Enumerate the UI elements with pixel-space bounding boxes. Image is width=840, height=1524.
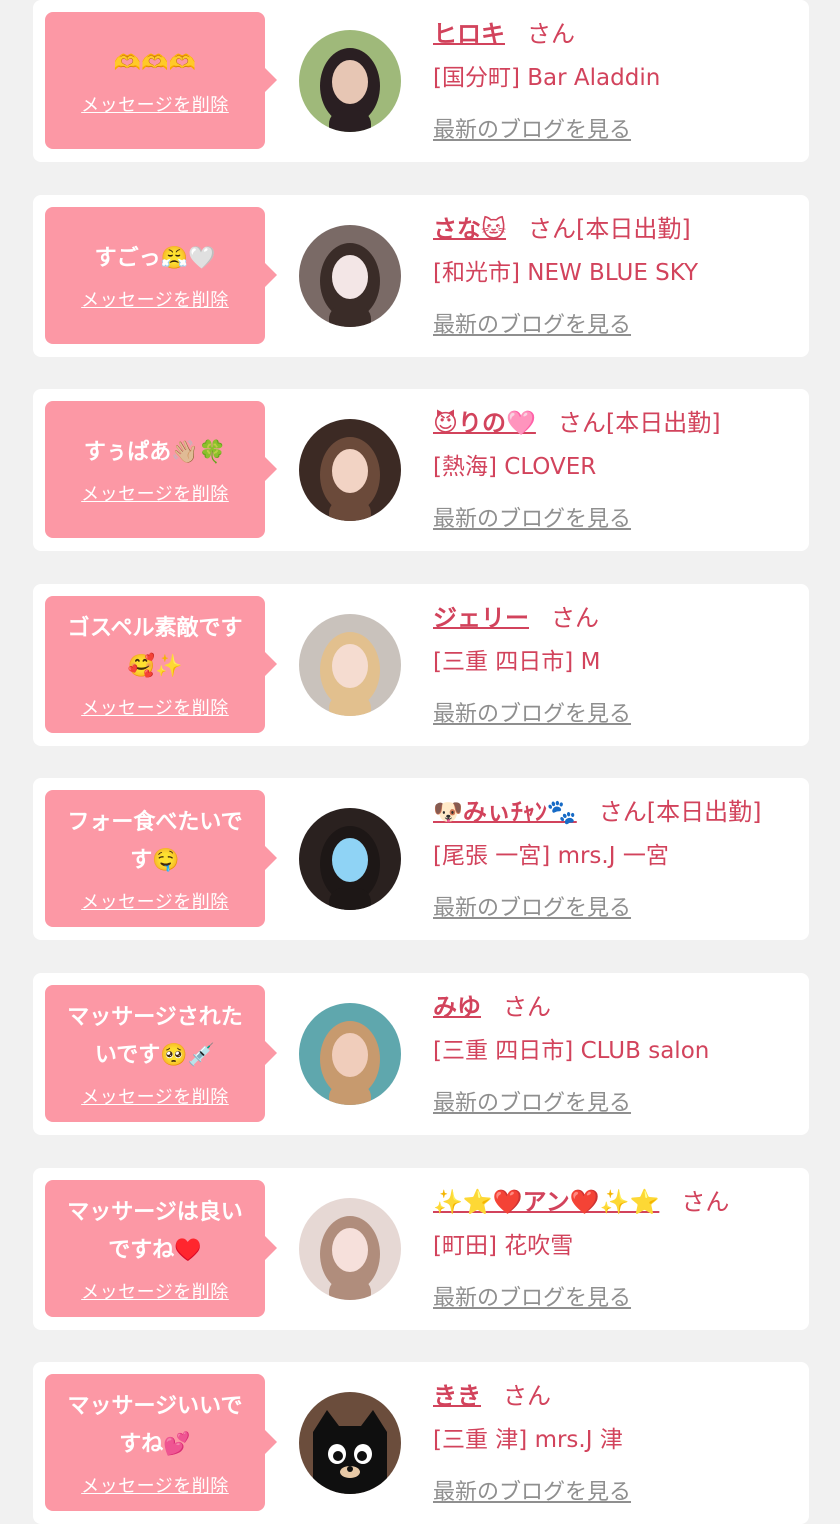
message-card: すぅぱあ👋🏼🍀 メッセージを削除 😈りの🩷 さん[本日出勤] [熱海] CLOVE…: [33, 389, 809, 551]
delete-message-link[interactable]: メッセージを削除: [81, 1083, 229, 1109]
sender-name-link[interactable]: 🐶みぃﾁｬﾝ🐾: [433, 798, 577, 826]
message-card: マッサージされたいです🥺💉 メッセージを削除 みゆ さん [三重 四日市] CLU…: [33, 973, 809, 1135]
sender-line: きき さん: [433, 1376, 799, 1416]
latest-blog-link[interactable]: 最新のブログを見る: [433, 890, 631, 922]
message-list: 🫶🫶🫶 メッセージを削除 ヒロキ さん [国分町] Bar Aladdin 最新の…: [0, 0, 840, 1524]
latest-blog-link[interactable]: 最新のブログを見る: [433, 1280, 631, 1312]
message-bubble: フォー食べたいです🤤 メッセージを削除: [45, 790, 277, 927]
message-card: ゴスペル素敵です🥰✨ メッセージを削除 ジェリー さん [三重 四日市] M 最新…: [33, 584, 809, 746]
shop-name: [和光市] NEW BLUE SKY: [433, 260, 699, 286]
message-card: すごっ😤🤍 メッセージを削除 さな🐱 さん[本日出勤] [和光市] NEW BLU…: [33, 195, 809, 357]
sender-suffix: さん[本日出勤]: [557, 409, 721, 437]
message-text: すごっ😤🤍: [94, 245, 216, 271]
delete-message-link[interactable]: メッセージを削除: [81, 1278, 229, 1304]
avatar[interactable]: [299, 614, 401, 716]
message-text: マッサージいいですね💕: [67, 1393, 243, 1457]
message-text: マッサージされたいです🥺💉: [67, 1004, 243, 1068]
latest-blog-link[interactable]: 最新のブログを見る: [433, 112, 631, 144]
latest-blog-link[interactable]: 最新のブログを見る: [433, 307, 631, 339]
latest-blog-link[interactable]: 最新のブログを見る: [433, 501, 631, 533]
woman-portrait-icon: [299, 225, 401, 327]
avatar[interactable]: [299, 30, 401, 132]
sender-info: みゆ さん [三重 四日市] CLUB salon 最新のブログを見る: [433, 987, 799, 1117]
shop-name: [尾張 一宮] mrs.J 一宮: [433, 843, 669, 869]
latest-blog-link[interactable]: 最新のブログを見る: [433, 696, 631, 728]
message-bubble: マッサージいいですね💕 メッセージを削除: [45, 1374, 277, 1511]
shop-name: [三重 津] mrs.J 津: [433, 1427, 623, 1453]
sender-info: ジェリー さん [三重 四日市] M 最新のブログを見る: [433, 598, 799, 728]
sender-suffix: さん: [551, 604, 599, 632]
woman-portrait-icon: [299, 30, 401, 132]
sender-line: みゆ さん: [433, 987, 799, 1027]
sender-name-link[interactable]: 😈りの🩷: [433, 409, 536, 437]
sender-line: 🐶みぃﾁｬﾝ🐾 さん[本日出勤]: [433, 792, 799, 832]
sender-info: きき さん [三重 津] mrs.J 津 最新のブログを見る: [433, 1376, 799, 1506]
woman-portrait-icon: [299, 808, 401, 910]
avatar[interactable]: [299, 1392, 401, 1494]
message-bubble: マッサージされたいです🥺💉 メッセージを削除: [45, 985, 277, 1122]
sender-suffix: さん: [503, 993, 551, 1021]
message-text: すぅぱあ👋🏼🍀: [83, 439, 227, 465]
sender-name-link[interactable]: ジェリー: [433, 604, 529, 632]
sender-name-link[interactable]: ✨⭐❤️アン❤️✨⭐: [433, 1188, 659, 1216]
latest-blog-link[interactable]: 最新のブログを見る: [433, 1085, 631, 1117]
sender-line: さな🐱 さん[本日出勤]: [433, 209, 799, 249]
delete-message-link[interactable]: メッセージを削除: [81, 888, 229, 914]
black-cat-icon: [299, 1392, 401, 1494]
avatar[interactable]: [299, 1198, 401, 1300]
sender-name-link[interactable]: きき: [433, 1382, 481, 1410]
sender-suffix: さん: [503, 1382, 551, 1410]
message-card: マッサージは良いですね♥️ メッセージを削除 ✨⭐❤️アン❤️✨⭐ さん [町田]…: [33, 1168, 809, 1330]
avatar[interactable]: [299, 419, 401, 521]
sender-info: 😈りの🩷 さん[本日出勤] [熱海] CLOVER 最新のブログを見る: [433, 403, 799, 533]
delete-message-link[interactable]: メッセージを削除: [81, 694, 229, 720]
shop-name: [三重 四日市] CLUB salon: [433, 1038, 710, 1064]
shop-name: [三重 四日市] M: [433, 649, 601, 675]
sender-line: ✨⭐❤️アン❤️✨⭐ さん: [433, 1182, 799, 1222]
delete-message-link[interactable]: メッセージを削除: [81, 1472, 229, 1498]
shop-name: [国分町] Bar Aladdin: [433, 65, 661, 91]
delete-message-link[interactable]: メッセージを削除: [81, 286, 229, 312]
message-bubble: すぅぱあ👋🏼🍀 メッセージを削除: [45, 401, 277, 538]
delete-message-link[interactable]: メッセージを削除: [81, 480, 229, 506]
message-text: ゴスペル素敵です🥰✨: [67, 615, 243, 679]
sender-suffix: さん: [681, 1188, 730, 1216]
sender-line: ジェリー さん: [433, 598, 799, 638]
shop-name: [町田] 花吹雪: [433, 1233, 574, 1259]
message-bubble: 🫶🫶🫶 メッセージを削除: [45, 12, 277, 149]
woman-portrait-icon: [299, 614, 401, 716]
sender-info: 🐶みぃﾁｬﾝ🐾 さん[本日出勤] [尾張 一宮] mrs.J 一宮 最新のブログを…: [433, 792, 799, 922]
message-card: 🫶🫶🫶 メッセージを削除 ヒロキ さん [国分町] Bar Aladdin 最新の…: [33, 0, 809, 162]
sender-info: ヒロキ さん [国分町] Bar Aladdin 最新のブログを見る: [433, 14, 799, 144]
woman-portrait-icon: [299, 419, 401, 521]
sender-suffix: さん: [527, 20, 575, 48]
shop-name: [熱海] CLOVER: [433, 454, 597, 480]
message-bubble: ゴスペル素敵です🥰✨ メッセージを削除: [45, 596, 277, 733]
sender-name-link[interactable]: さな🐱: [433, 215, 506, 243]
message-card: フォー食べたいです🤤 メッセージを削除 🐶みぃﾁｬﾝ🐾 さん[本日出勤] [尾張 …: [33, 778, 809, 940]
message-text: マッサージは良いですね♥️: [67, 1199, 243, 1263]
message-bubble: すごっ😤🤍 メッセージを削除: [45, 207, 277, 344]
avatar[interactable]: [299, 808, 401, 910]
avatar[interactable]: [299, 225, 401, 327]
sender-line: ヒロキ さん: [433, 14, 799, 54]
message-text: 🫶🫶🫶: [113, 50, 197, 76]
sender-name-link[interactable]: ヒロキ: [433, 20, 505, 48]
woman-portrait-icon: [299, 1198, 401, 1300]
message-card: マッサージいいですね💕 メッセージを削除 きき さん [三重 津] mrs.J 津…: [33, 1362, 809, 1524]
latest-blog-link[interactable]: 最新のブログを見る: [433, 1474, 631, 1506]
sender-line: 😈りの🩷 さん[本日出勤]: [433, 403, 799, 443]
avatar[interactable]: [299, 1003, 401, 1105]
sender-info: ✨⭐❤️アン❤️✨⭐ さん [町田] 花吹雪 最新のブログを見る: [433, 1182, 799, 1312]
sender-suffix: さん[本日出勤]: [598, 798, 762, 826]
sender-info: さな🐱 さん[本日出勤] [和光市] NEW BLUE SKY 最新のブログを見る: [433, 209, 799, 339]
message-bubble: マッサージは良いですね♥️ メッセージを削除: [45, 1180, 277, 1317]
sender-name-link[interactable]: みゆ: [433, 993, 481, 1021]
message-text: フォー食べたいです🤤: [67, 809, 243, 873]
delete-message-link[interactable]: メッセージを削除: [81, 91, 229, 117]
sender-suffix: さん[本日出勤]: [528, 215, 691, 243]
woman-portrait-icon: [299, 1003, 401, 1105]
